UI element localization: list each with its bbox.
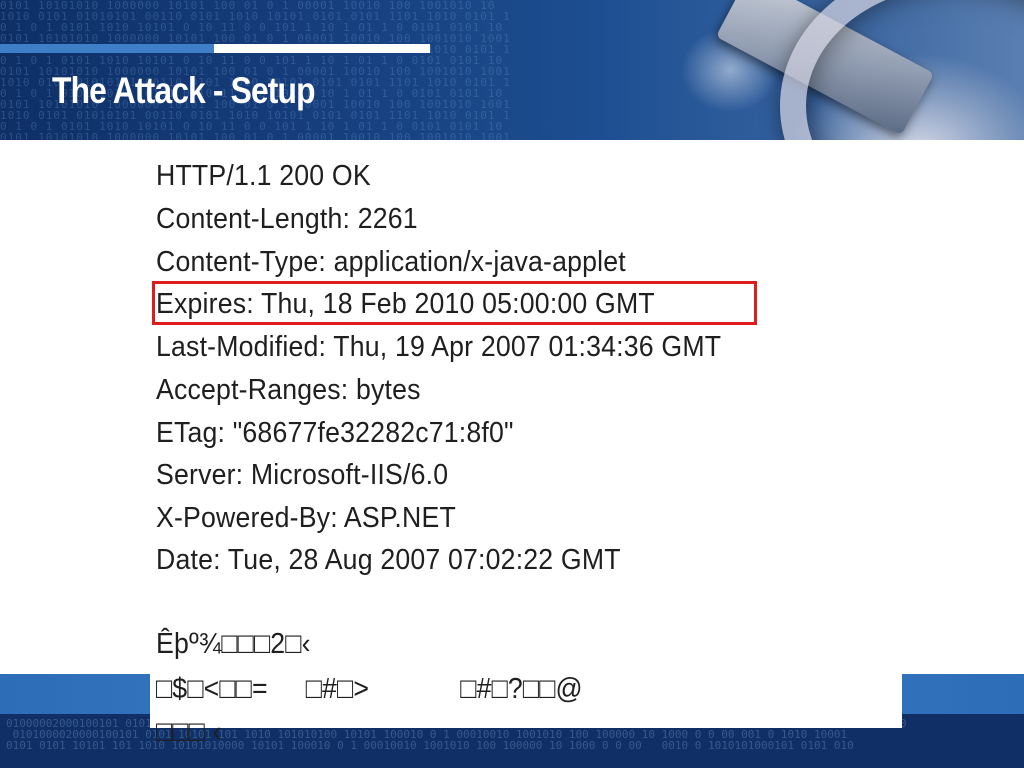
response-line-status: HTTP/1.1 200 OK — [156, 160, 371, 192]
expires-highlight-box — [152, 281, 757, 325]
response-line-etag: ETag: "68677fe32282c71:8f0" — [156, 417, 514, 449]
response-body-line: □□□ ‹ — [156, 716, 222, 748]
response-line-date: Date: Tue, 28 Aug 2007 07:02:22 GMT — [156, 544, 621, 576]
response-line-content-length: Content-Length: 2261 — [156, 203, 418, 235]
accent-bar-white — [214, 44, 430, 53]
response-line-content-type: Content-Type: application/x-java-applet — [156, 246, 626, 278]
response-line-accept-ranges: Accept-Ranges: bytes — [156, 374, 421, 406]
response-body-line: □$□<□□= □#□> □#□?□□@ — [156, 673, 583, 705]
response-line-last-modified: Last-Modified: Thu, 19 Apr 2007 01:34:36… — [156, 331, 722, 363]
header-banner: 0101 10101010 1000000 10101 100 01 0 1 0… — [0, 0, 1024, 140]
slide-title: The Attack - Setup — [52, 70, 316, 111]
key-ring-decoration — [780, 0, 1024, 140]
response-body-line: Êþº¾□□□2□‹ — [156, 628, 311, 660]
response-line-x-powered-by: X-Powered-By: ASP.NET — [156, 502, 456, 534]
response-line-server: Server: Microsoft-IIS/6.0 — [156, 459, 449, 491]
accent-bar-blue — [0, 44, 214, 53]
http-response-panel: HTTP/1.1 200 OK Content-Length: 2261 Con… — [150, 140, 902, 748]
